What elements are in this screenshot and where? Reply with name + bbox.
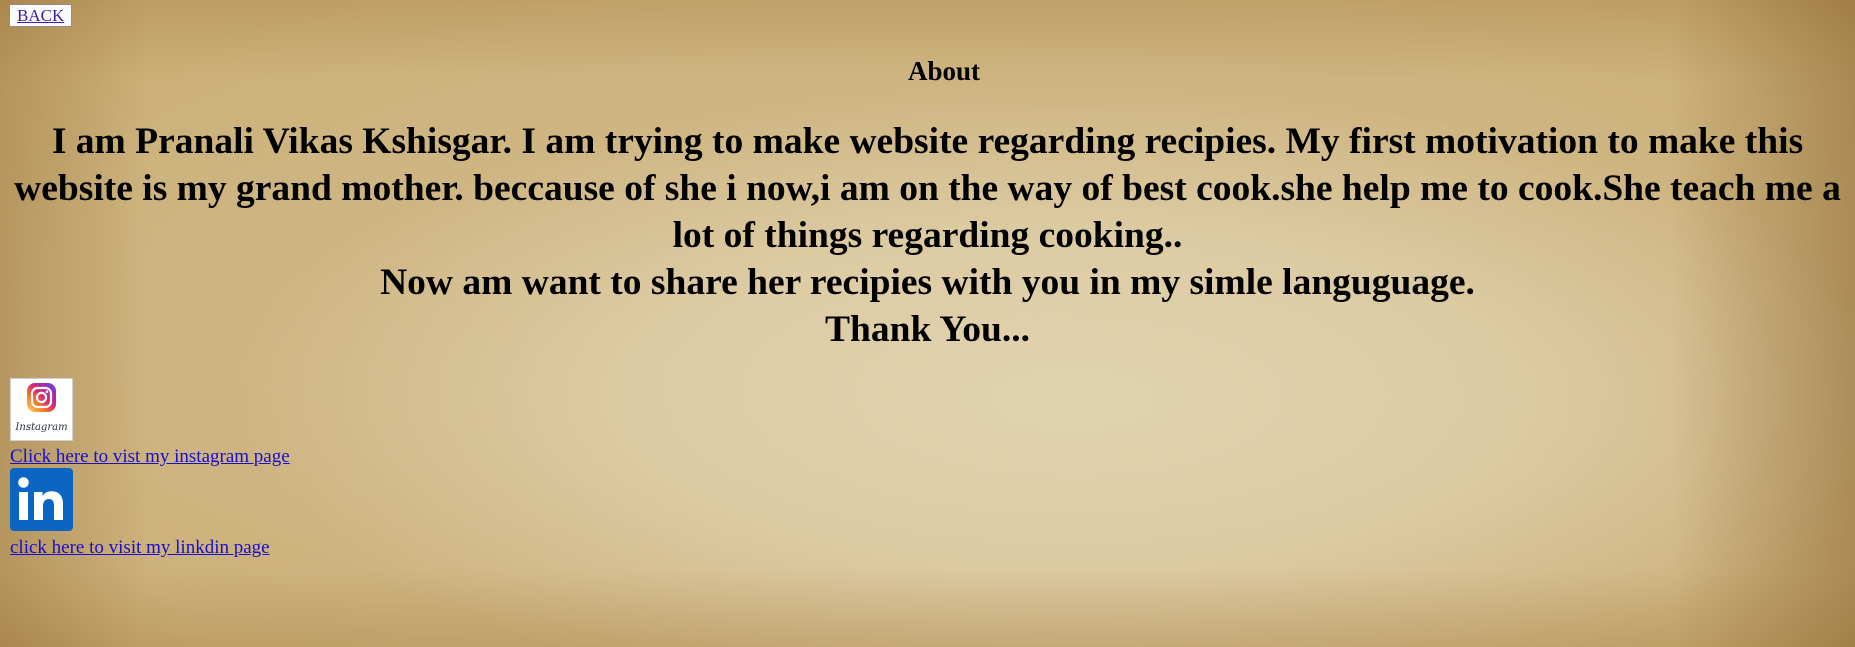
about-share-line: Now am want to share her recipies with y… [380,262,1475,303]
instagram-icon[interactable]: Instagram [10,378,73,441]
about-paragraph: I am Pranali Vikas Kshisgar. I am trying… [14,121,1841,256]
about-thanks-line: Thank You... [825,309,1030,350]
instagram-link[interactable]: Click here to vist my instagram page [10,446,290,468]
page-title: About [907,56,981,86]
instagram-icon-caption: Instagram [14,422,67,433]
back-button[interactable]: BACK [9,4,73,27]
linkedin-link[interactable]: click here to visit my linkdin page [10,537,270,559]
about-text: I am Pranali Vikas Kshisgar. I am trying… [10,118,1845,353]
linkedin-icon[interactable] [10,468,73,531]
